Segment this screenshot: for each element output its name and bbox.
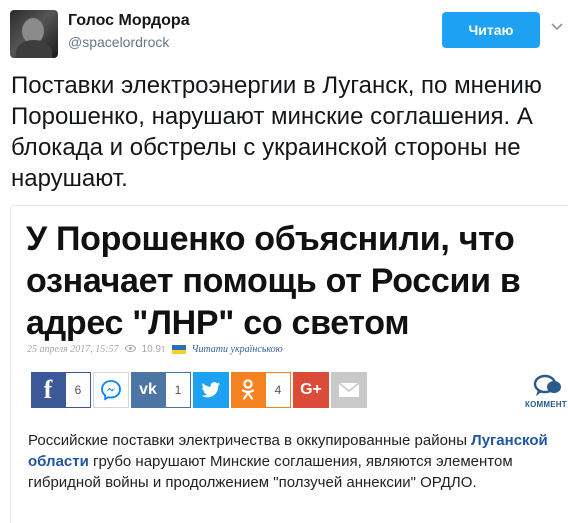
share-buttons: f 6 vk 1 4 G+ [31,372,367,408]
comments-icon [533,374,563,403]
article-body-text-continued: грубо нарушают Минские соглашения, являю… [28,453,513,491]
twitter-bird-icon [193,372,229,408]
tweet-header: Голос Мордора @spacelordrock Читаю [10,8,563,58]
email-share-button [331,372,367,408]
facebook-share-count: 6 [65,372,91,408]
tweet-media-image[interactable]: У Порошенко объяснили, что означает помо… [10,205,568,523]
messenger-icon [93,372,129,408]
envelope-icon [331,372,367,408]
google-plus-share-button: G+ [293,372,329,408]
comments-button: КОММЕНТ [525,374,568,414]
facebook-icon: f [31,372,65,408]
user-handle[interactable]: @spacelordrock [68,34,169,50]
chevron-down-icon[interactable] [550,20,564,34]
odnoklassniki-share-button: 4 [231,372,291,408]
article-date: 25 апреля 2017, 15:57 [27,344,119,355]
follow-button[interactable]: Читаю [442,12,540,48]
article-body: Российские поставки электричества в окку… [28,430,563,493]
messenger-share-button [93,372,129,408]
vk-icon: vk [131,372,165,408]
comments-label: КОММЕНТ [525,400,567,409]
article-meta: 25 апреля 2017, 15:57 10.9т Читати украї… [27,344,283,355]
odnoklassniki-icon [231,372,265,408]
eye-icon [124,344,136,355]
article-views: 10.9т [141,344,166,355]
article-title: У Порошенко объяснили, что означает помо… [26,220,521,342]
facebook-share-button: f 6 [31,372,91,408]
article-body-text: Российские поставки электричества в окку… [28,432,472,449]
read-ukrainian-link: Читати українською [191,344,283,355]
vk-share-button: vk 1 [131,372,191,408]
display-name[interactable]: Голос Мордора [68,12,190,30]
google-plus-icon: G+ [293,372,329,408]
ok-share-count: 4 [265,372,291,408]
vk-share-count: 1 [165,372,191,408]
tweet-text: Поставки электроэнергии в Луганск, по мн… [11,72,542,192]
twitter-share-button [193,372,229,408]
ukraine-flag-icon [171,345,186,354]
avatar[interactable] [10,10,58,58]
